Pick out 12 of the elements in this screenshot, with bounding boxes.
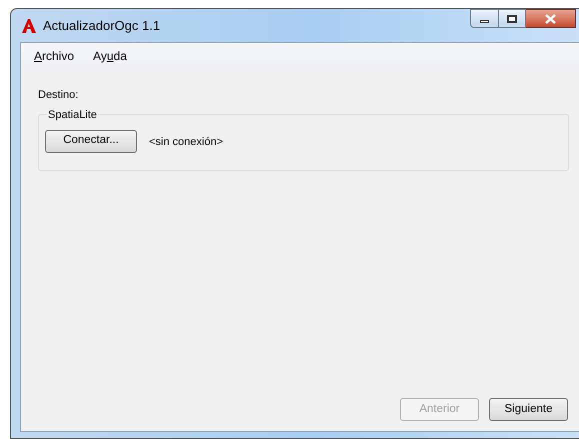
maximize-button[interactable]: [499, 9, 526, 28]
connection-status: <sin conexión>: [149, 134, 223, 150]
app-logo-icon: [21, 18, 37, 34]
connect-button[interactable]: Conectar...: [45, 130, 137, 152]
menu-item[interactable]: Ayuda: [86, 47, 134, 65]
close-button[interactable]: [526, 9, 576, 28]
menu-item[interactable]: Archivo: [27, 47, 82, 65]
window-title: ActualizadorOgc 1.1: [43, 16, 160, 35]
close-icon: [545, 14, 556, 24]
wizard-button[interactable]: Siguiente: [489, 398, 568, 421]
minimize-button[interactable]: [470, 9, 499, 28]
destination-label: Destino:: [38, 88, 78, 103]
